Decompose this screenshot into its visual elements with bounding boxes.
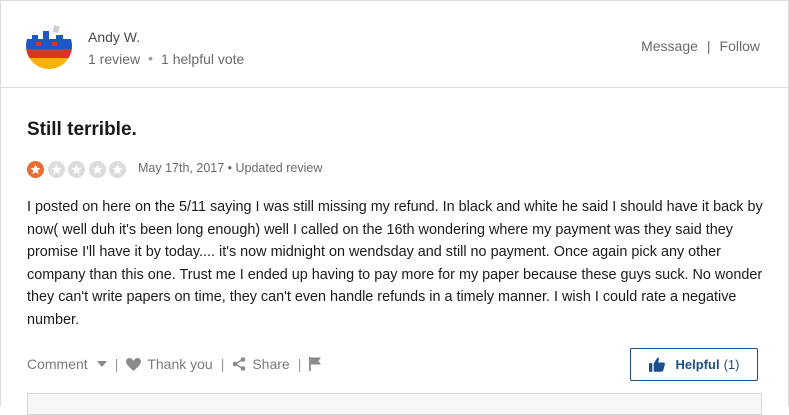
comment-area[interactable] — [27, 393, 762, 415]
thank-you-button[interactable]: Thank you — [126, 356, 213, 372]
star-filled-icon — [27, 161, 44, 178]
action-separator: | — [114, 356, 119, 372]
action-separator: | — [220, 356, 225, 372]
share-button[interactable]: Share — [232, 356, 290, 372]
message-link[interactable]: Message — [641, 38, 698, 54]
thank-you-label: Thank you — [147, 356, 213, 372]
thumbs-up-icon — [648, 357, 665, 372]
reviewer-name[interactable]: Andy W. — [88, 29, 140, 45]
report-button[interactable] — [309, 357, 327, 371]
share-icon — [233, 357, 246, 371]
review-actions: Comment | Thank you | Share | — [27, 354, 327, 374]
follow-link[interactable]: Follow — [720, 38, 760, 54]
action-separator: | — [297, 356, 302, 372]
review-title: Still terrible. — [27, 119, 137, 140]
star-rating — [27, 161, 130, 178]
meta-separator: • — [148, 50, 154, 66]
chevron-down-icon — [96, 361, 107, 367]
reviewer-stats: 1 review • 1 helpful vote — [88, 50, 245, 67]
helpful-label: Helpful — [675, 357, 720, 372]
comment-label: Comment — [27, 356, 88, 372]
comment-button[interactable]: Comment — [27, 356, 107, 372]
helpful-vote-count: 1 helpful vote — [161, 51, 245, 67]
star-empty-icon — [109, 161, 126, 178]
star-empty-icon — [47, 161, 65, 178]
heart-icon — [126, 357, 142, 371]
avatar[interactable] — [26, 23, 72, 69]
header-separator: | — [706, 38, 711, 54]
star-empty-icon — [88, 161, 106, 178]
helpful-count: (1) — [723, 357, 740, 372]
review-card: Andy W. 1 review • 1 helpful vote Message |… — [0, 0, 789, 415]
helpful-button[interactable]: Helpful (1) — [630, 348, 758, 381]
review-count: 1 review — [88, 51, 141, 67]
flag-icon — [309, 357, 322, 371]
avatar-image — [26, 23, 72, 69]
reviewer-header: Andy W. 1 review • 1 helpful vote Message |… — [1, 1, 788, 88]
review-date: May 17th, 2017 • Updated review — [138, 161, 323, 175]
share-label: Share — [252, 356, 290, 372]
header-actions: Message | Follow — [641, 38, 760, 54]
star-empty-icon — [68, 161, 85, 178]
review-body: I posted on here on the 5/11 saying I wa… — [27, 199, 763, 328]
